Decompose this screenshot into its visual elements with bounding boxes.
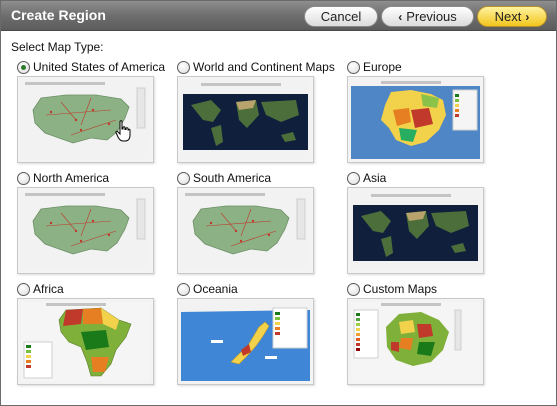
- option-world-and-continent-maps[interactable]: World and Continent Maps: [177, 59, 352, 169]
- custom-map-thumbnail[interactable]: [347, 298, 484, 385]
- radio-button[interactable]: [17, 171, 30, 185]
- radio-button[interactable]: [347, 60, 360, 74]
- option-north-america[interactable]: North America: [17, 170, 192, 280]
- hand-cursor-icon: [115, 120, 131, 142]
- option-label[interactable]: Europe: [363, 60, 402, 74]
- radio-button[interactable]: [177, 60, 190, 74]
- dialog-header: Create Region Cancel ‹ Previous Next ›: [1, 1, 556, 31]
- option-south-america[interactable]: South America: [177, 170, 352, 280]
- option-label[interactable]: South America: [193, 171, 271, 185]
- next-button[interactable]: Next ›: [477, 6, 547, 27]
- option-label[interactable]: Oceania: [193, 282, 238, 296]
- asia-map-thumbnail[interactable]: [347, 187, 484, 274]
- south-america-map-thumbnail[interactable]: [177, 187, 314, 274]
- option-label[interactable]: North America: [33, 171, 109, 185]
- dialog-title: Create Region: [11, 7, 106, 23]
- option-custom-maps[interactable]: Custom Maps: [347, 281, 522, 391]
- cancel-button-label: Cancel: [320, 9, 362, 24]
- europe-map-thumbnail[interactable]: [347, 76, 484, 163]
- usa-map-thumbnail[interactable]: [17, 76, 154, 163]
- next-button-label: Next: [494, 9, 522, 24]
- create-region-dialog: Create Region Cancel ‹ Previous Next › S…: [0, 0, 557, 406]
- oceania-map-thumbnail[interactable]: [177, 298, 314, 385]
- previous-button-label: Previous: [406, 9, 457, 24]
- option-oceania[interactable]: Oceania: [177, 281, 352, 391]
- radio-button[interactable]: [17, 282, 30, 296]
- previous-button[interactable]: ‹ Previous: [381, 6, 474, 27]
- option-africa[interactable]: Africa: [17, 281, 192, 391]
- option-label[interactable]: Africa: [33, 282, 64, 296]
- africa-map-thumbnail[interactable]: [17, 298, 154, 385]
- option-asia[interactable]: Asia: [347, 170, 522, 280]
- option-label[interactable]: United States of America: [33, 60, 165, 74]
- radio-button[interactable]: [177, 282, 190, 296]
- radio-button[interactable]: [347, 171, 360, 185]
- north-america-map-thumbnail[interactable]: [17, 187, 154, 274]
- section-label: Select Map Type:: [11, 40, 104, 54]
- cancel-button[interactable]: Cancel: [304, 6, 378, 27]
- chevron-right-icon: ›: [525, 9, 530, 24]
- radio-button[interactable]: [177, 171, 190, 185]
- world-map-thumbnail[interactable]: [177, 76, 314, 163]
- option-united-states-of-america[interactable]: United States of America: [17, 59, 192, 169]
- option-label[interactable]: Asia: [363, 171, 386, 185]
- radio-button[interactable]: [17, 60, 30, 74]
- chevron-left-icon: ‹: [398, 9, 403, 24]
- option-label[interactable]: Custom Maps: [363, 282, 437, 296]
- option-europe[interactable]: Europe: [347, 59, 522, 169]
- radio-button[interactable]: [347, 282, 360, 296]
- dialog-body: Select Map Type: United States of Americ…: [1, 32, 556, 405]
- option-label[interactable]: World and Continent Maps: [193, 60, 335, 74]
